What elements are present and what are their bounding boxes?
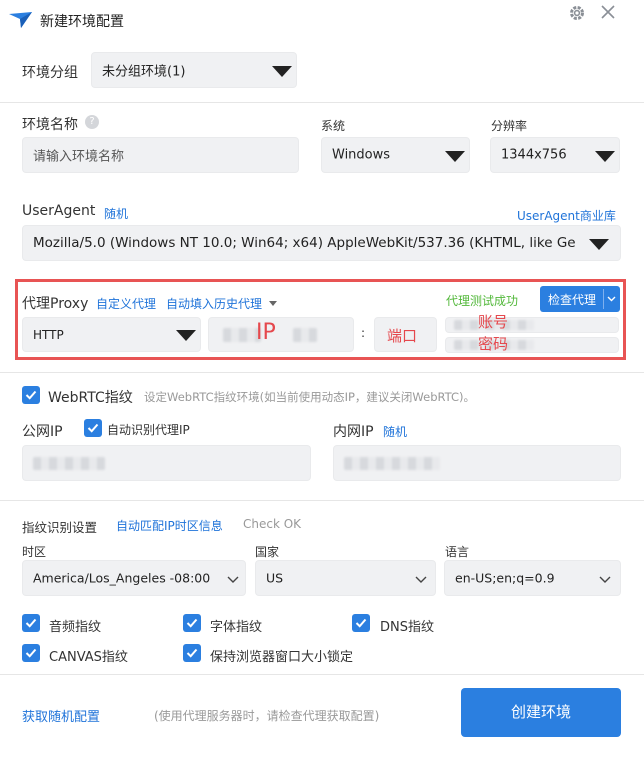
useragent-select-value: Mozilla/5.0 (Windows NT 10.0; Win64; x64… (33, 235, 576, 251)
local-ip-random-link[interactable]: 随机 (383, 423, 407, 440)
group-select[interactable]: 未分组环境(1) (91, 52, 297, 88)
canvas-checkbox[interactable] (22, 644, 40, 662)
history-dropdown-icon[interactable] (269, 301, 277, 306)
timezone-label: 时区 (22, 545, 47, 559)
system-label: 系统 (321, 119, 346, 133)
divider (0, 500, 644, 501)
title-bar: 新建环境配置 (0, 0, 644, 40)
font-label: 字体指纹 (210, 620, 263, 635)
create-environment-button[interactable]: 创建环境 (461, 688, 621, 737)
country-label: 国家 (255, 545, 280, 559)
chevron-down-icon (589, 239, 609, 250)
proxy-colon: : (361, 326, 366, 340)
fingerprint-check-status: Check OK (243, 517, 302, 531)
divider (0, 102, 644, 103)
redacted-local-ip (344, 457, 440, 470)
country-select-value: US (266, 570, 284, 586)
auto-detect-ip-checkbox[interactable] (84, 419, 102, 437)
local-ip-field[interactable] (333, 445, 621, 481)
check-proxy-button[interactable]: 检查代理 (540, 286, 620, 312)
gear-icon[interactable] (568, 4, 586, 22)
lock-size-checkbox[interactable] (183, 644, 201, 662)
webrtc-checkbox[interactable] (22, 386, 40, 404)
webrtc-hint: 设定WebRTC指纹环境(如当前使用动态IP，建议关闭WebRTC)。 (144, 390, 476, 404)
font-checkbox[interactable] (183, 614, 201, 632)
random-config-link[interactable]: 获取随机配置 (22, 706, 100, 725)
fingerprint-match-link[interactable]: 自动匹配IP时区信息 (116, 517, 223, 534)
button-separator (603, 289, 604, 309)
group-select-value: 未分组环境(1) (102, 64, 186, 80)
env-name-input[interactable]: 请输入环境名称 (22, 137, 299, 173)
redacted-public-ip (33, 457, 105, 470)
system-select-value: Windows (332, 147, 391, 163)
proxy-password-input[interactable] (445, 337, 619, 353)
proxy-label: 代理Proxy (22, 296, 89, 312)
useragent-label: UserAgent (22, 203, 96, 219)
useragent-select[interactable]: Mozilla/5.0 (Windows NT 10.0; Win64; x64… (22, 225, 621, 261)
redacted-ip (293, 328, 317, 342)
auto-detect-ip-label: 自动识别代理IP (107, 423, 190, 437)
divider (0, 372, 644, 373)
resolution-label: 分辨率 (491, 119, 528, 133)
timezone-select[interactable]: America/Los_Angeles -08:00 (22, 560, 246, 596)
group-label: 环境分组 (22, 65, 78, 81)
proxy-custom-link[interactable]: 自定义代理 (96, 295, 156, 312)
close-icon[interactable] (598, 2, 618, 22)
chevron-down-icon (415, 576, 427, 583)
ip-annotation: IP (256, 320, 276, 345)
resolution-select-value: 1344x756 (501, 147, 567, 163)
proxy-protocol-value: HTTP (33, 327, 64, 342)
dns-checkbox[interactable] (352, 614, 370, 632)
proxy-account-input[interactable] (445, 317, 619, 333)
lock-size-label: 保持浏览器窗口大小锁定 (210, 650, 354, 665)
chevron-down-icon (595, 151, 615, 162)
chevron-down-icon (272, 66, 292, 77)
proxy-ip-input[interactable] (208, 317, 354, 352)
language-label: 语言 (445, 545, 470, 559)
system-select[interactable]: Windows (321, 137, 470, 173)
canvas-label: CANVAS指纹 (49, 650, 128, 665)
divider (0, 674, 644, 675)
account-annotation: 账号 (478, 313, 509, 331)
window-title: 新建环境配置 (40, 14, 124, 30)
public-ip-field[interactable] (22, 445, 311, 481)
password-annotation: 密码 (478, 335, 509, 353)
proxy-status: 代理测试成功 (446, 294, 519, 308)
chevron-down-icon (445, 151, 465, 162)
env-name-label: 环境名称 (22, 117, 78, 133)
useragent-store-link[interactable]: UserAgent商业库 (517, 207, 616, 224)
language-select-value: en-US;en;q=0.9 (455, 570, 555, 586)
public-ip-label: 公网IP (22, 424, 63, 440)
language-select[interactable]: en-US;en;q=0.9 (444, 560, 621, 596)
audio-checkbox[interactable] (22, 614, 40, 632)
timezone-select-value: America/Los_Angeles -08:00 (33, 570, 211, 586)
chevron-down-icon (176, 330, 196, 341)
country-select[interactable]: US (255, 560, 436, 596)
local-ip-label: 内网IP (333, 424, 374, 440)
fingerprint-label: 指纹识别设置 (22, 520, 98, 535)
help-icon[interactable]: ? (85, 115, 99, 129)
footer-note: (使用代理服务器时，请检查代理获取配置) (154, 709, 380, 723)
chevron-down-icon (227, 576, 239, 583)
proxy-protocol-select[interactable]: HTTP (22, 317, 201, 352)
chevron-down-icon[interactable] (607, 295, 616, 303)
dns-label: DNS指纹 (380, 620, 434, 635)
port-annotation: 端口 (387, 327, 418, 345)
webrtc-label: WebRTC指纹 (48, 390, 133, 406)
proxy-history-link[interactable]: 自动填入历史代理 (166, 295, 262, 312)
check-proxy-label: 检查代理 (548, 293, 597, 307)
app-logo-icon (9, 12, 32, 28)
resolution-select[interactable]: 1344x756 (490, 137, 620, 173)
chevron-down-icon (599, 576, 611, 583)
useragent-random-link[interactable]: 随机 (104, 205, 128, 222)
env-name-placeholder: 请输入环境名称 (33, 149, 125, 165)
audio-label: 音频指纹 (49, 620, 102, 635)
